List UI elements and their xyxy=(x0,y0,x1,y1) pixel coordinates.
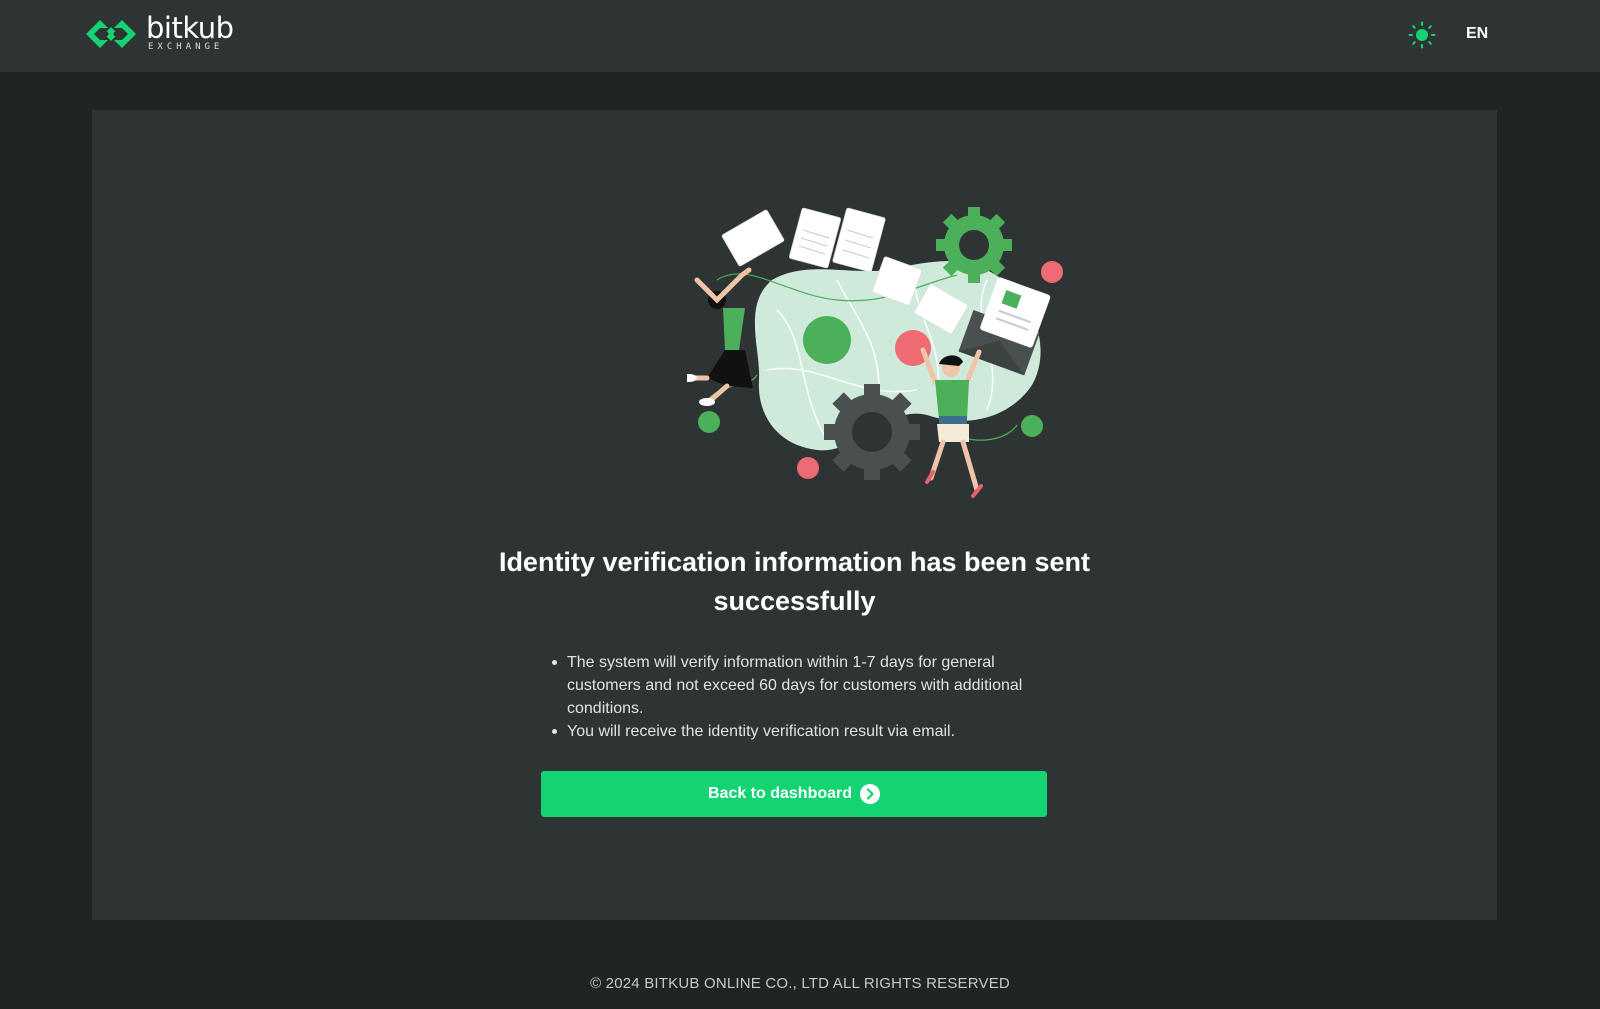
woman-figure xyxy=(687,267,753,406)
verification-success-card: Identity verification information has be… xyxy=(92,110,1497,920)
logo-subtitle: EXCHANGE xyxy=(148,42,224,52)
green-gear xyxy=(936,207,1012,283)
copyright-text: © 2024 BITKUB ONLINE CO., LTD ALL RIGHTS… xyxy=(590,975,1010,992)
theme-toggle-button[interactable] xyxy=(1408,21,1436,49)
verification-success-illustration xyxy=(687,207,1063,498)
footer: © 2024 BITKUB ONLINE CO., LTD ALL RIGHTS… xyxy=(0,975,1600,992)
dark-gear xyxy=(824,384,920,480)
green-dot-left xyxy=(698,411,720,433)
back-to-dashboard-label: Back to dashboard xyxy=(707,785,853,802)
back-to-dashboard-button[interactable]: Back to dashboard xyxy=(541,771,1047,817)
pink-dot-bottom xyxy=(797,457,819,479)
page-title: Identity verification information has be… xyxy=(498,547,1091,616)
bitkub-logo-icon xyxy=(86,20,136,48)
bitkub-logo[interactable]: bitkub EXCHANGE xyxy=(82,12,236,56)
top-navbar: bitkub EXCHANGE EN xyxy=(0,0,1600,72)
info-list-item: You will receive the identity verificati… xyxy=(550,720,1050,743)
language-selector[interactable]: EN xyxy=(1466,25,1488,43)
green-dot-large xyxy=(803,316,851,364)
pink-dot-small xyxy=(1041,261,1063,283)
man-figure xyxy=(920,347,983,498)
info-list-item: The system will verify information withi… xyxy=(550,651,1050,720)
info-list: The system will verify information withi… xyxy=(550,651,1050,743)
chevron-right-circle-icon xyxy=(860,784,881,804)
logo-text: bitkub EXCHANGE xyxy=(146,12,236,56)
logo-wordmark: bitkub xyxy=(146,11,234,45)
green-dot-right xyxy=(1021,415,1043,437)
sun-icon xyxy=(1408,21,1436,49)
